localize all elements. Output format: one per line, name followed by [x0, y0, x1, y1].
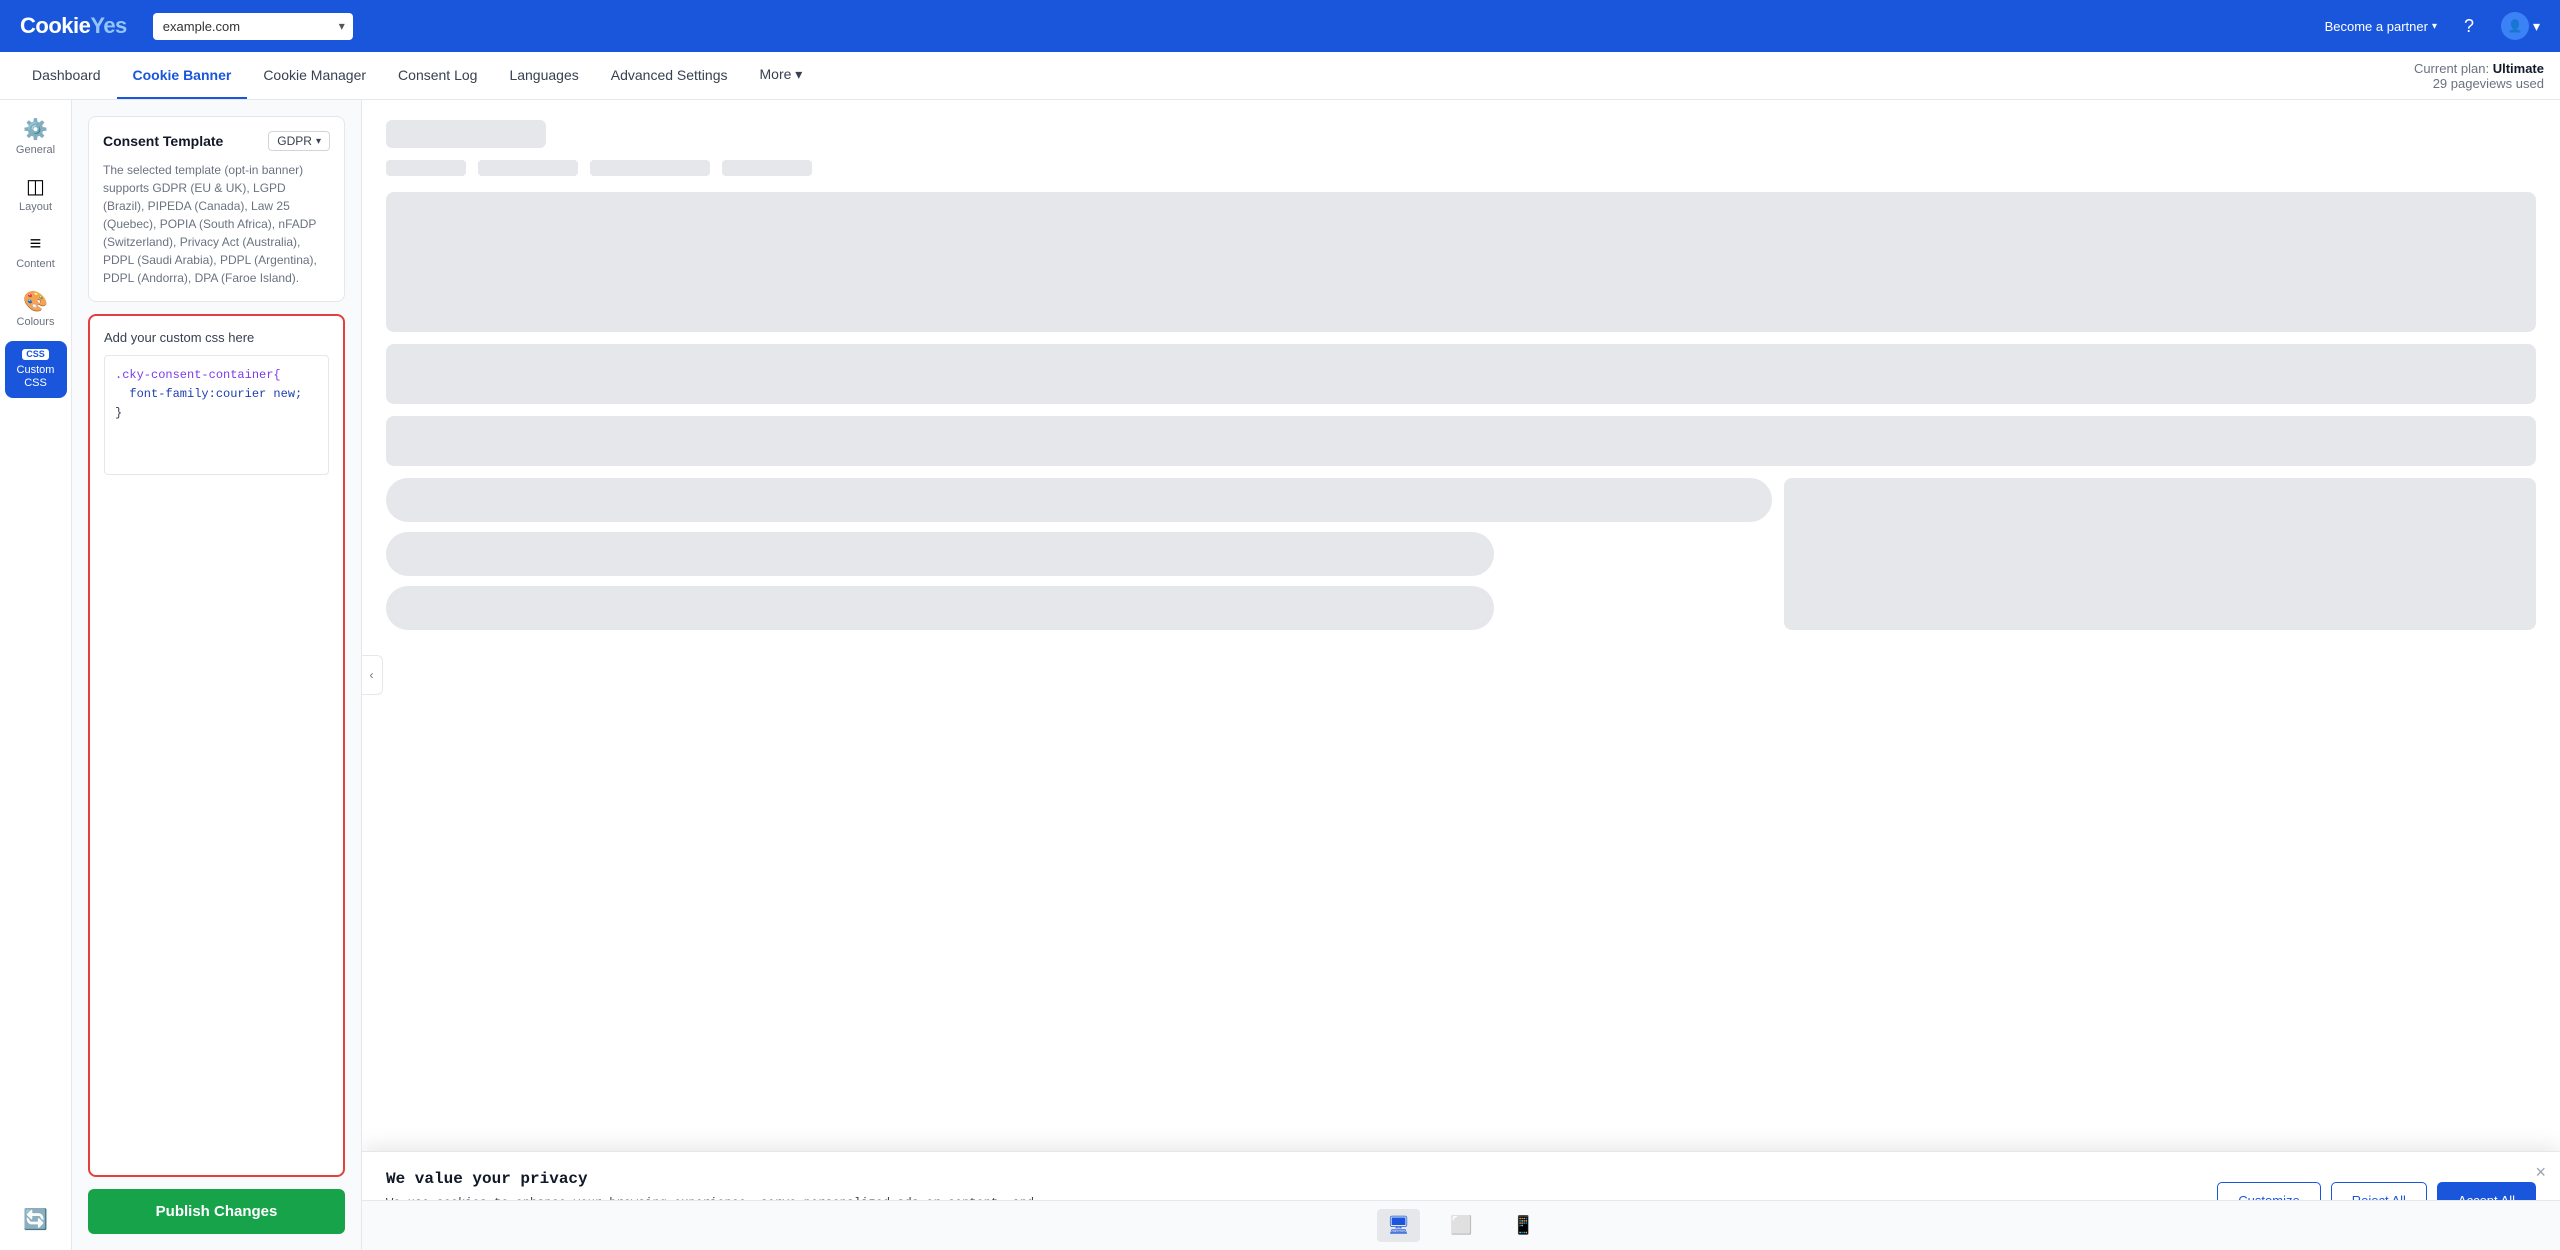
user-avatar: 👤 [2501, 12, 2529, 40]
user-menu-button[interactable]: 👤 ▾ [2501, 12, 2540, 40]
gdpr-chevron-icon: ▾ [316, 136, 321, 147]
publish-changes-button[interactable]: Publish Changes [88, 1189, 345, 1234]
tab-consent-log[interactable]: Consent Log [382, 52, 493, 99]
skeleton-two-col [386, 478, 2536, 630]
sidebar-item-custom-css[interactable]: CSS Custom CSS [5, 341, 67, 398]
topbar: CookieYes example.com Become a partner ▾… [0, 0, 2560, 52]
layout-label: Layout [19, 201, 52, 214]
domain-selector-wrapper[interactable]: example.com [153, 13, 353, 40]
secondary-nav: Dashboard Cookie Banner Cookie Manager C… [0, 52, 2560, 100]
preview-area: ‹ [362, 100, 2560, 1250]
content-icon: ≡ [30, 234, 42, 254]
skeleton-left-col [386, 478, 1772, 630]
consent-template-body: The selected template (opt-in banner) su… [103, 161, 330, 287]
topbar-right: Become a partner ▾ ? 👤 ▾ [2325, 10, 2540, 42]
plan-value: Ultimate [2493, 61, 2544, 76]
layout-icon: ◫ [26, 177, 45, 197]
skeleton-hero [386, 192, 2536, 332]
css-badge: CSS [22, 349, 49, 360]
skeleton-pill-3 [386, 586, 1494, 630]
mobile-view-button[interactable]: 📱 [1502, 1209, 1544, 1242]
tab-cookie-banner[interactable]: Cookie Banner [117, 52, 248, 99]
domain-selector[interactable]: example.com [153, 13, 353, 40]
custom-css-title: Add your custom css here [104, 330, 329, 345]
content-label: Content [16, 258, 55, 271]
css-editor[interactable]: .cky-consent-container{ font-family:cour… [104, 355, 329, 475]
consent-template-title: Consent Template [103, 133, 223, 149]
css-property: font-family:courier new; [115, 387, 302, 401]
skeleton-pill-2 [386, 532, 1494, 576]
nav-tabs: Dashboard Cookie Banner Cookie Manager C… [16, 52, 818, 99]
css-closing-brace: } [115, 406, 122, 420]
colours-icon: 🎨 [23, 292, 48, 312]
partner-chevron-icon: ▾ [2432, 21, 2437, 32]
skeleton-nav-item [478, 160, 578, 176]
sidebar-item-colours[interactable]: 🎨 Colours [5, 284, 67, 337]
skeleton-pill-1 [386, 478, 1772, 522]
sidebar-item-support[interactable]: 🔄 [5, 1202, 67, 1238]
tablet-view-button[interactable]: ⬜ [1440, 1209, 1482, 1242]
tab-dashboard[interactable]: Dashboard [16, 52, 117, 99]
custom-css-label: Custom CSS [15, 364, 57, 390]
preview-content: × We value your privacy We use cookies t… [362, 100, 2560, 1250]
current-plan: Current plan: Ultimate 29 pageviews used [2414, 61, 2544, 91]
consent-template-card: Consent Template GDPR ▾ The selected tem… [88, 116, 345, 302]
plan-label: Current plan: [2414, 61, 2493, 76]
general-label: General [16, 144, 55, 157]
consent-template-header: Consent Template GDPR ▾ [103, 131, 330, 151]
gdpr-value: GDPR [277, 134, 312, 148]
pageviews-used: 29 pageviews used [2433, 76, 2544, 91]
skeleton-logo [386, 120, 546, 148]
logo-eye: Yes [90, 13, 126, 39]
logo-text: Cookie [20, 13, 90, 39]
tab-cookie-manager[interactable]: Cookie Manager [247, 52, 382, 99]
help-icon[interactable]: ? [2453, 10, 2485, 42]
skeleton-nav-item [590, 160, 710, 176]
preview-header-skeleton [362, 100, 2560, 192]
tab-advanced-settings[interactable]: Advanced Settings [595, 52, 744, 99]
tab-more[interactable]: More ▾ [744, 52, 819, 99]
skeleton-nav-item [386, 160, 466, 176]
sidebar-item-content[interactable]: ≡ Content [5, 226, 67, 279]
become-partner-button[interactable]: Become a partner ▾ [2325, 19, 2437, 34]
colours-label: Colours [17, 316, 55, 329]
left-panel: Consent Template GDPR ▾ The selected tem… [72, 100, 362, 1250]
custom-css-icon: CSS [22, 349, 49, 360]
partner-label: Become a partner [2325, 19, 2428, 34]
icon-sidebar: ⚙️ General ◫ Layout ≡ Content 🎨 Colours … [0, 100, 72, 1250]
custom-css-card: Add your custom css here .cky-consent-co… [88, 314, 345, 1177]
skeleton-nav [386, 160, 2536, 176]
close-banner-button[interactable]: × [2535, 1162, 2546, 1183]
skeleton-right-col [1784, 478, 2537, 630]
user-chevron-icon: ▾ [2533, 18, 2540, 35]
skeleton-section-2 [386, 416, 2536, 466]
sidebar-item-layout[interactable]: ◫ Layout [5, 169, 67, 222]
css-class-selector: .cky-consent-container{ [115, 368, 281, 382]
desktop-view-button[interactable]: 🖥 [1377, 1209, 1420, 1242]
skeleton-nav-item [722, 160, 812, 176]
support-icon: 🔄 [23, 1210, 48, 1230]
device-selector: 🖥 ⬜ 📱 [362, 1200, 2560, 1250]
collapse-panel-button[interactable]: ‹ [362, 655, 383, 695]
logo: CookieYes [20, 13, 127, 39]
gdpr-selector-button[interactable]: GDPR ▾ [268, 131, 330, 151]
main-layout: ⚙️ General ◫ Layout ≡ Content 🎨 Colours … [0, 100, 2560, 1250]
general-icon: ⚙️ [23, 120, 48, 140]
tab-languages[interactable]: Languages [493, 52, 594, 99]
sidebar-item-general[interactable]: ⚙️ General [5, 112, 67, 165]
banner-title: We value your privacy [386, 1170, 2197, 1188]
skeleton-section-1 [386, 344, 2536, 404]
